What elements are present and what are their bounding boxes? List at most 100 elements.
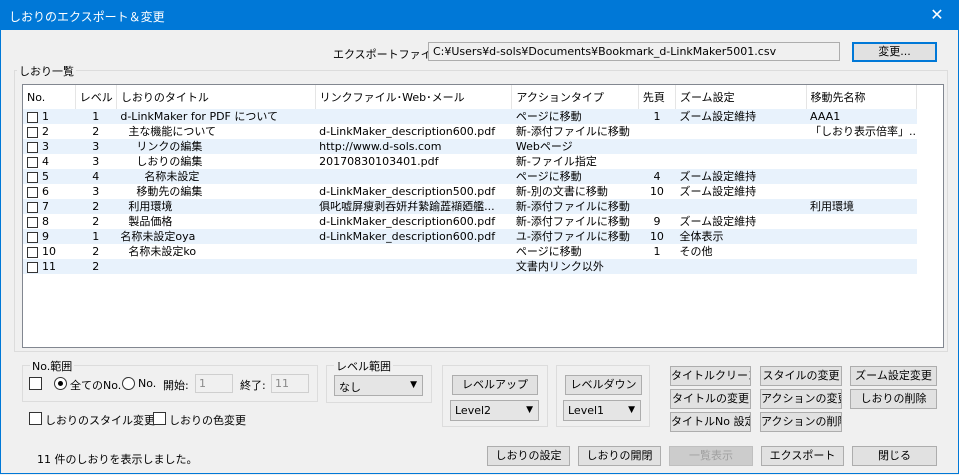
cell-page: 1 [638, 109, 676, 124]
level-range-select[interactable]: なし ▼ [334, 375, 423, 396]
style-change-button[interactable]: スタイルの変更 [760, 366, 842, 386]
change-path-button[interactable]: 変更... [852, 42, 937, 62]
cell-page [638, 124, 675, 139]
all-no-radio[interactable] [54, 377, 67, 390]
col-level[interactable]: レベル [75, 85, 117, 109]
color-change-checkbox[interactable] [153, 412, 166, 425]
cell-link [315, 244, 512, 259]
bookmark-list[interactable]: No. レベル しおりのタイトル リンクファイル･Web･メール アクションタイ… [22, 84, 944, 348]
col-page[interactable]: 先頁 [638, 85, 677, 109]
cell-dest [806, 214, 916, 229]
row-checkbox[interactable] [27, 186, 38, 198]
table-row[interactable]: 11 2 文書内リンク以外 [23, 259, 917, 274]
empty-cell [512, 319, 638, 334]
cell-dest: 「しおり表示倍率」... [810, 125, 917, 138]
row-checkbox[interactable] [27, 246, 38, 258]
cell-dest [806, 229, 917, 244]
col-no[interactable]: No. [23, 85, 76, 109]
cell-no: 4 [23, 154, 75, 169]
cell-dest [806, 139, 917, 154]
no-radio[interactable] [122, 377, 135, 390]
cell-zoom [676, 154, 807, 169]
empty-cell [23, 304, 75, 319]
table-row[interactable]: 7 2 利用環境 俱叱嘘屏瘦剥吞妍幷縶踰蕋襭廼艦... 新-添付ファイルに移動 利用環境 [23, 199, 917, 214]
level-up-value: Level2 [455, 404, 492, 417]
row-checkbox[interactable] [27, 156, 38, 168]
action-change-button[interactable]: アクションの変更 [760, 389, 842, 409]
table-row[interactable]: 6 3 移動先の編集 d-LinkMaker_description500.pdf 新-… [23, 184, 917, 199]
cell-no: 8 [23, 214, 75, 229]
empty-row [23, 289, 917, 304]
col-title[interactable]: しおりのタイトル [116, 85, 316, 109]
cell-dest: 利用環境 [806, 199, 917, 214]
table-row[interactable]: 4 3 しおりの編集 20170830103401.pdf 新-ファイル指定 [23, 154, 917, 169]
row-checkbox[interactable] [27, 201, 38, 213]
zoom-change-button[interactable]: ズーム設定変更 [850, 366, 937, 386]
level-up-button[interactable]: レベルアップ [452, 375, 538, 395]
list-view-button[interactable]: 一覧表示 [669, 446, 753, 466]
cell-dest [806, 154, 916, 169]
cell-no: 6 [23, 184, 75, 199]
table-row[interactable]: 2 2 主な機能について d-LinkMaker_description600.pdf… [23, 124, 917, 139]
col-destination[interactable]: 移動先名称 [806, 85, 918, 109]
title-clean-button[interactable]: タイトルクリーン [670, 366, 751, 386]
cell-title: しおりの編集 [136, 155, 203, 168]
empty-cell [23, 289, 75, 304]
row-checkbox[interactable] [27, 231, 38, 243]
col-zoom[interactable]: ズーム設定 [675, 85, 807, 109]
table-row[interactable]: 3 3 リンクの編集 http://www.d-sols.com Webページ [23, 139, 917, 154]
cell-level: 3 [92, 185, 100, 198]
cell-no: 5 [23, 169, 76, 184]
row-checkbox[interactable] [27, 141, 38, 153]
table-row[interactable]: 5 4 名称未設定 ページに移動 4 ズーム設定維持 [23, 169, 917, 184]
cell-page: 4 [638, 169, 676, 184]
cell-link: d-LinkMaker_description500.pdf [319, 185, 496, 198]
end-input[interactable]: 11 [271, 374, 309, 393]
no-range-checkbox[interactable] [29, 377, 42, 390]
table-row[interactable]: 8 2 製品価格 d-LinkMaker_description600.pdf 新-添付… [23, 214, 917, 229]
close-button[interactable]: 閉じる [852, 446, 937, 466]
start-input[interactable]: 1 [195, 374, 233, 393]
table-row[interactable]: 10 2 名称未設定ko ページに移動 1 その他 [23, 244, 917, 259]
cell-no: 11 [23, 259, 76, 274]
bookmark-settings-button[interactable]: しおりの設定 [487, 446, 570, 466]
cell-zoom [675, 259, 807, 274]
cell-link [315, 169, 512, 184]
empty-cell [512, 289, 638, 304]
level-down-button[interactable]: レベルダウン [565, 375, 642, 395]
cell-zoom: ズーム設定維持 [675, 109, 807, 124]
level-down-select[interactable]: Level1 ▼ [563, 400, 641, 421]
cell-link: http://www.d-sols.com [315, 139, 512, 154]
empty-cell [512, 274, 638, 289]
cell-title [116, 259, 316, 274]
empty-row [23, 334, 917, 347]
cell-action: ユ-添付ファイルに移動 [511, 229, 639, 244]
cell-no: 7 [23, 199, 76, 214]
chevron-down-icon: ▼ [526, 405, 533, 415]
row-checkbox[interactable] [27, 126, 38, 138]
table-row[interactable]: 1 1 d-LinkMaker for PDF について ページに移動 1 ズーム設定維持… [23, 109, 917, 124]
style-change-checkbox[interactable] [29, 412, 42, 425]
end-label: 終了: [240, 379, 266, 392]
delete-action-button[interactable]: アクションの削除 [760, 412, 842, 432]
cell-level: 3 [75, 139, 117, 154]
no-radio-label: No. [138, 377, 157, 390]
col-link[interactable]: リンクファイル･Web･メール [315, 85, 513, 109]
row-checkbox[interactable] [27, 216, 38, 228]
export-path-field[interactable]: C:¥Users¥d-sols¥Documents¥Bookmark_d-Lin… [428, 42, 840, 61]
level-up-select[interactable]: Level2 ▼ [450, 400, 539, 421]
export-button[interactable]: エクスポート [761, 446, 844, 466]
empty-cell [315, 274, 512, 289]
row-checkbox[interactable] [27, 111, 38, 123]
cell-no: 1 [23, 109, 76, 124]
delete-bookmark-button[interactable]: しおりの削除 [850, 389, 937, 409]
cell-level: 1 [75, 229, 117, 244]
close-icon[interactable]: ✕ [915, 0, 959, 30]
table-row[interactable]: 9 1 名称未設定oya d-LinkMaker_description600.pdf… [23, 229, 917, 244]
bookmark-open-close-button[interactable]: しおりの開閉 [578, 446, 661, 466]
title-change-button[interactable]: タイトルの変更 [670, 389, 751, 409]
row-checkbox[interactable] [27, 171, 38, 183]
row-checkbox[interactable] [27, 261, 38, 273]
title-no-setting-button[interactable]: タイトルNo 設定 [670, 412, 751, 432]
col-action-type[interactable]: アクションタイプ [511, 85, 639, 109]
